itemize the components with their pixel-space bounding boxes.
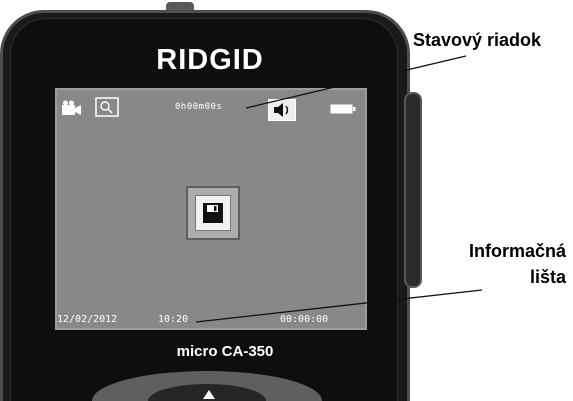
battery-icon <box>330 104 356 114</box>
arrow-up-icon <box>203 390 215 399</box>
save-icon-tile <box>195 195 231 231</box>
manual-figure: RIDGID 0h00m00s 12/02/2012 10:20 00:00:0… <box>0 0 573 401</box>
save-icon-frame <box>186 186 240 240</box>
info-elapsed: 00:00:00 <box>280 314 329 325</box>
speaker-icon <box>268 99 296 121</box>
brand-logo: RIDGID <box>156 44 264 76</box>
info-date: 12/02/2012 <box>57 314 118 325</box>
info-time: 10:20 <box>158 314 189 325</box>
camcorder-icon <box>62 100 82 116</box>
info-bar-callout: Informačná lišta <box>469 238 566 290</box>
zoom-icon <box>95 97 119 117</box>
save-icon <box>203 203 223 223</box>
info-bar-callout-line1: Informačná <box>468 241 566 261</box>
model-label: micro CA-350 <box>176 343 274 360</box>
info-bar-callout-line2: lišta <box>529 267 566 287</box>
device-side-button <box>404 92 422 288</box>
recording-time: 0h00m00s <box>175 102 223 112</box>
status-bar-callout: Stavový riadok <box>413 30 542 50</box>
